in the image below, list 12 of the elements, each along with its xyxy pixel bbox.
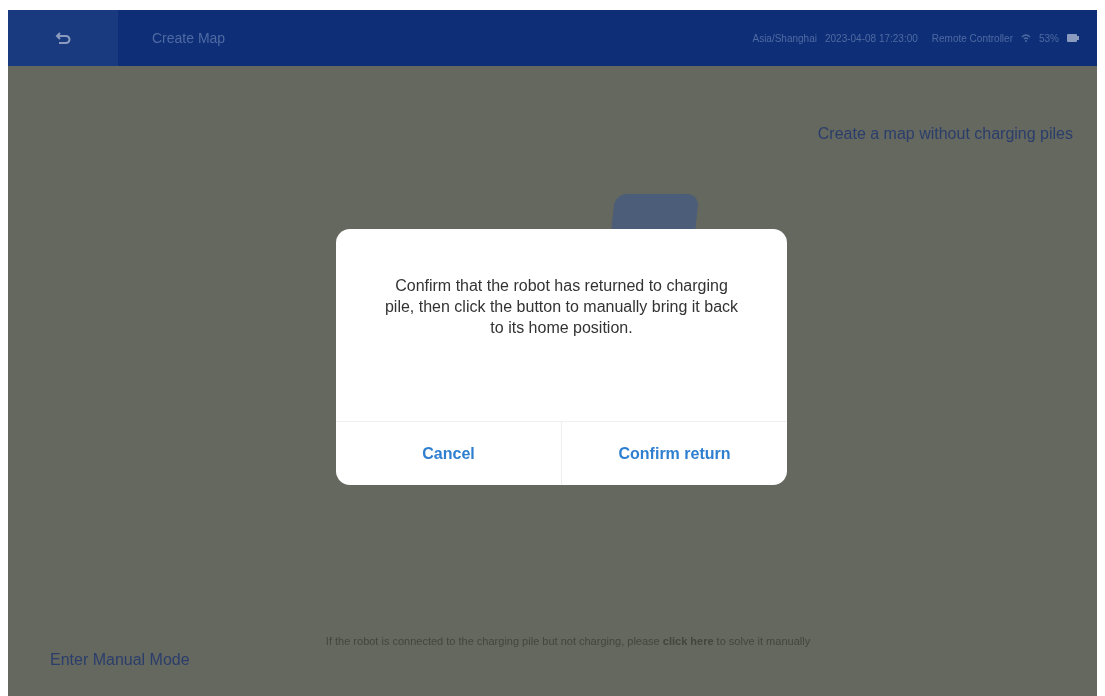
dialog-message: Confirm that the robot has returned to charging pile, then click the button to manually bring it back to its home position. — [383, 276, 740, 338]
cancel-button[interactable]: Cancel — [336, 422, 561, 485]
confirm-button[interactable]: Confirm return — [561, 422, 787, 485]
back-button[interactable] — [8, 10, 118, 66]
datetime-text: 2023-04-08 17:23:00 — [824, 31, 918, 46]
back-icon — [55, 30, 71, 46]
battery-icon — [1067, 34, 1079, 42]
controller-text: Remote Controller — [931, 31, 1013, 46]
battery-text: 53% — [1039, 31, 1059, 46]
wifi-icon — [1021, 33, 1031, 43]
timezone-text: Asia/Shanghai — [752, 31, 817, 46]
page-title: Create Map — [152, 28, 226, 48]
